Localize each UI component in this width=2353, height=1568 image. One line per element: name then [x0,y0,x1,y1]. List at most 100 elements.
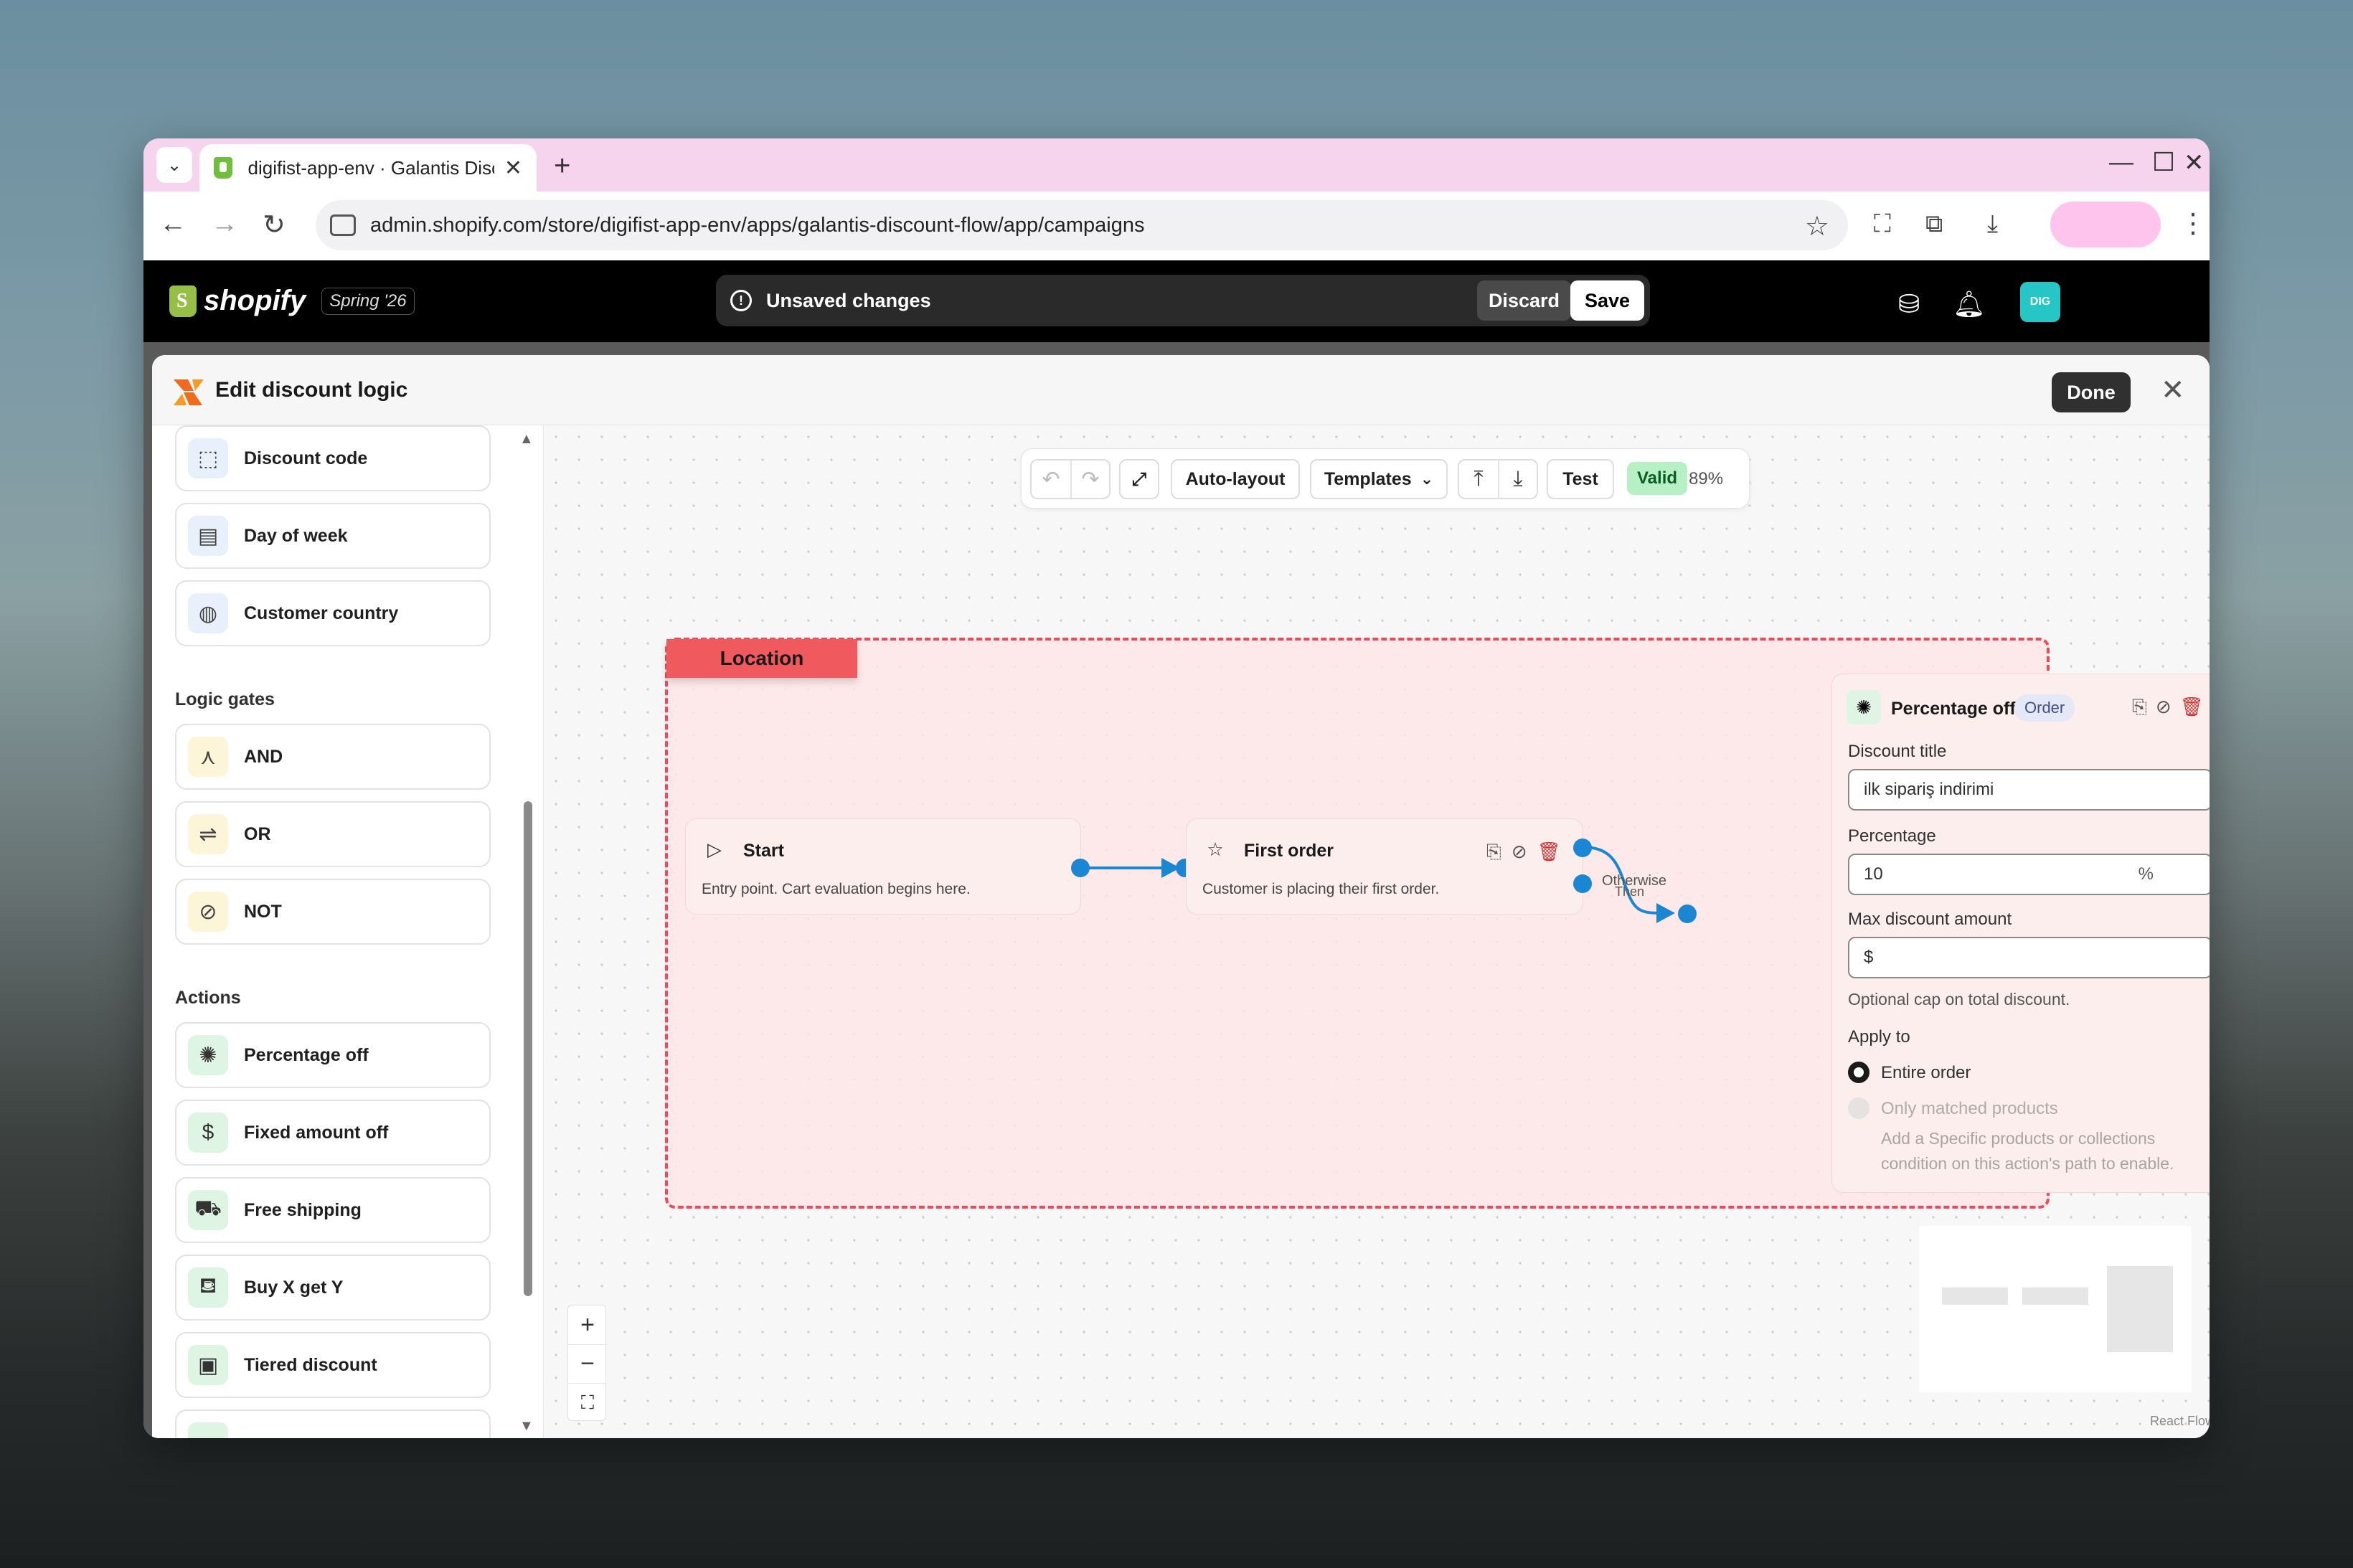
auto-layout-button[interactable]: Auto-layout [1171,459,1300,499]
discount-title-input[interactable]: ilk sipariş indirimi [1848,769,2210,811]
galantis-logo-icon [174,379,204,405]
react-flow-attribution[interactable]: React Flow [2150,1414,2210,1429]
max-discount-input[interactable]: $ [1848,937,2210,978]
save-button[interactable]: Save [1570,280,1644,321]
edition-badge: Spring '26 [321,287,415,315]
browser-menu-icon[interactable]: ⋮ [2179,207,2207,240]
qr-dashed-icon: ⬚ [188,438,228,478]
scrollbar-thumb[interactable] [524,801,532,1296]
node-palette-sidebar: ⬚ Discount code ▤ Day of week ◍ Customer… [152,425,544,1438]
action-input-handle[interactable] [1678,905,1697,923]
zoom-out-icon[interactable]: − [568,1344,607,1383]
flow-canvas[interactable]: ↶ ↷ ⤢ Auto-layout Templates ⌄ ⤒ ⤓ Test V… [544,425,2210,1438]
disable-icon[interactable]: ⊘ [2156,696,2180,717]
palette-item-percentage-off[interactable]: ✺ Percentage off [175,1022,491,1088]
chevron-down-icon: ⌄ [166,155,182,175]
site-settings-icon[interactable] [330,214,356,236]
close-window-icon[interactable]: ✕ [2184,148,2205,177]
palette-item-free-shipping[interactable]: ⛟ Free shipping [175,1177,491,1243]
upload-icon[interactable]: ⤒ [1459,461,1498,498]
minimap[interactable] [1919,1226,2192,1392]
palette-item-discount-code[interactable]: ⬚ Discount code [175,425,491,491]
radio-entire-order[interactable] [1848,1062,1869,1083]
layers-icon: ▣ [188,1345,228,1385]
disable-icon[interactable]: ⊘ [1512,841,1537,862]
expand-icon: ⤢ [1131,468,1146,489]
navigation-bar: ← → ↻ admin.shopify.com/store/digifist-a… [143,192,2210,260]
store-avatar[interactable]: DIG [2020,282,2060,322]
undo-redo-group: ↶ ↷ [1030,459,1111,499]
node-actions: ⎘⊘🗑︎ [1486,841,1571,864]
new-tab-icon[interactable]: + [554,150,570,182]
percentage-suffix: % [2138,864,2154,884]
or-icon: ⇌ [188,814,228,854]
delete-icon[interactable]: 🗑︎ [1537,841,1571,862]
palette-item-partial[interactable] [175,1409,491,1438]
address-bar[interactable]: admin.shopify.com/store/digifist-app-env… [316,200,1848,250]
radio-matched-products[interactable] [1848,1097,1869,1119]
close-tab-icon[interactable]: ✕ [504,156,522,181]
palette-item-label: Day of week [244,525,348,546]
bookmark-star-icon[interactable]: ☆ [1805,210,1829,242]
chevron-down-icon: ⌄ [1420,470,1434,488]
modal-title: Edit discount logic [215,378,408,402]
browser-tab[interactable]: digifist-app-env · Galantis Disco ✕ [199,144,537,192]
minimize-icon[interactable]: — [2109,148,2133,176]
shopify-admin-bar: shopify Spring '26 ! Unsaved changes Dis… [143,260,2210,342]
play-icon: ▷ [707,838,722,860]
palette-item-tiered-discount[interactable]: ▣ Tiered discount [175,1332,491,1398]
tab-search-dropdown[interactable]: ⌄ [156,147,192,183]
star-icon: ☆ [1207,838,1224,860]
scroll-up-arrow-icon[interactable]: ▲ [519,431,534,448]
store-switcher-icon[interactable]: ⛁ [1898,289,1920,319]
notifications-bell-icon[interactable]: 🔔︎ [1953,289,1986,319]
palette-item-customer-country[interactable]: ◍ Customer country [175,580,491,646]
partial-item-icon [188,1422,228,1438]
templates-label: Templates [1324,468,1412,489]
palette-item-fixed-amount-off[interactable]: $ Fixed amount off [175,1100,491,1166]
palette-item-not[interactable]: ⊘ NOT [175,879,491,945]
zoom-in-icon[interactable]: + [568,1305,607,1344]
fit-view-icon[interactable]: ⛶ [568,1383,607,1422]
note-icon[interactable]: ⎘ [2132,696,2156,717]
reload-icon[interactable]: ↻ [263,209,286,241]
back-icon[interactable]: ← [159,209,187,240]
first-order-node[interactable]: ☆ First order Customer is placing their … [1186,818,1583,915]
node-title: First order [1244,841,1334,861]
percentage-input[interactable]: 10 % [1848,854,2210,895]
palette-item-or[interactable]: ⇌ OR [175,801,491,867]
note-icon[interactable]: ⎘ [1486,841,1512,862]
truck-icon: ⛟ [188,1190,228,1230]
fullscreen-button[interactable]: ⤢ [1119,459,1159,499]
palette-item-label: Buy X get Y [244,1277,344,1298]
delete-icon[interactable]: 🗑︎ [2180,696,2210,717]
group-label[interactable]: Location [666,639,857,678]
palette-item-day-of-week[interactable]: ▤ Day of week [175,503,491,569]
profile-button[interactable] [2050,202,2161,247]
palette-item-label: Fixed amount off [244,1122,389,1143]
logic-gates-heading: Logic gates [175,689,275,709]
palette-item-label: OR [244,823,271,844]
download-icon[interactable]: ⤓ [1498,461,1537,498]
discard-button[interactable]: Discard [1476,280,1571,321]
extensions-icon[interactable]: ⧉ [1925,210,1943,238]
zoom-level: 89% [1689,469,1724,488]
test-button[interactable]: Test [1547,459,1614,499]
redo-icon[interactable]: ↷ [1070,461,1109,498]
start-node[interactable]: ▷ Start Entry point. Cart evaluation beg… [685,818,1081,915]
maximize-icon[interactable]: ☐ [2152,147,2175,177]
download-icon[interactable]: ⤓ [1987,210,1998,238]
palette-item-and[interactable]: ⋏ AND [175,724,491,790]
palette-item-label: Tiered discount [244,1354,377,1375]
shopify-logo[interactable]: shopify Spring '26 [169,285,415,317]
percentage-off-node[interactable]: ✺ Percentage off Order ⎘⊘🗑︎ Discount tit… [1831,674,2210,1193]
entire-order-label[interactable]: Entire order [1881,1063,1971,1083]
screenshot-icon[interactable]: ⛶ [1874,210,1891,238]
palette-item-buy-x-get-y[interactable]: ⛾ Buy X get Y [175,1255,491,1321]
templates-dropdown[interactable]: Templates ⌄ [1310,459,1448,499]
done-button[interactable]: Done [2052,372,2131,412]
scroll-down-arrow-icon[interactable]: ▼ [519,1418,534,1435]
close-modal-icon[interactable]: ✕ [2161,374,2185,407]
forward-icon[interactable]: → [211,209,238,240]
undo-icon[interactable]: ↶ [1032,461,1070,498]
